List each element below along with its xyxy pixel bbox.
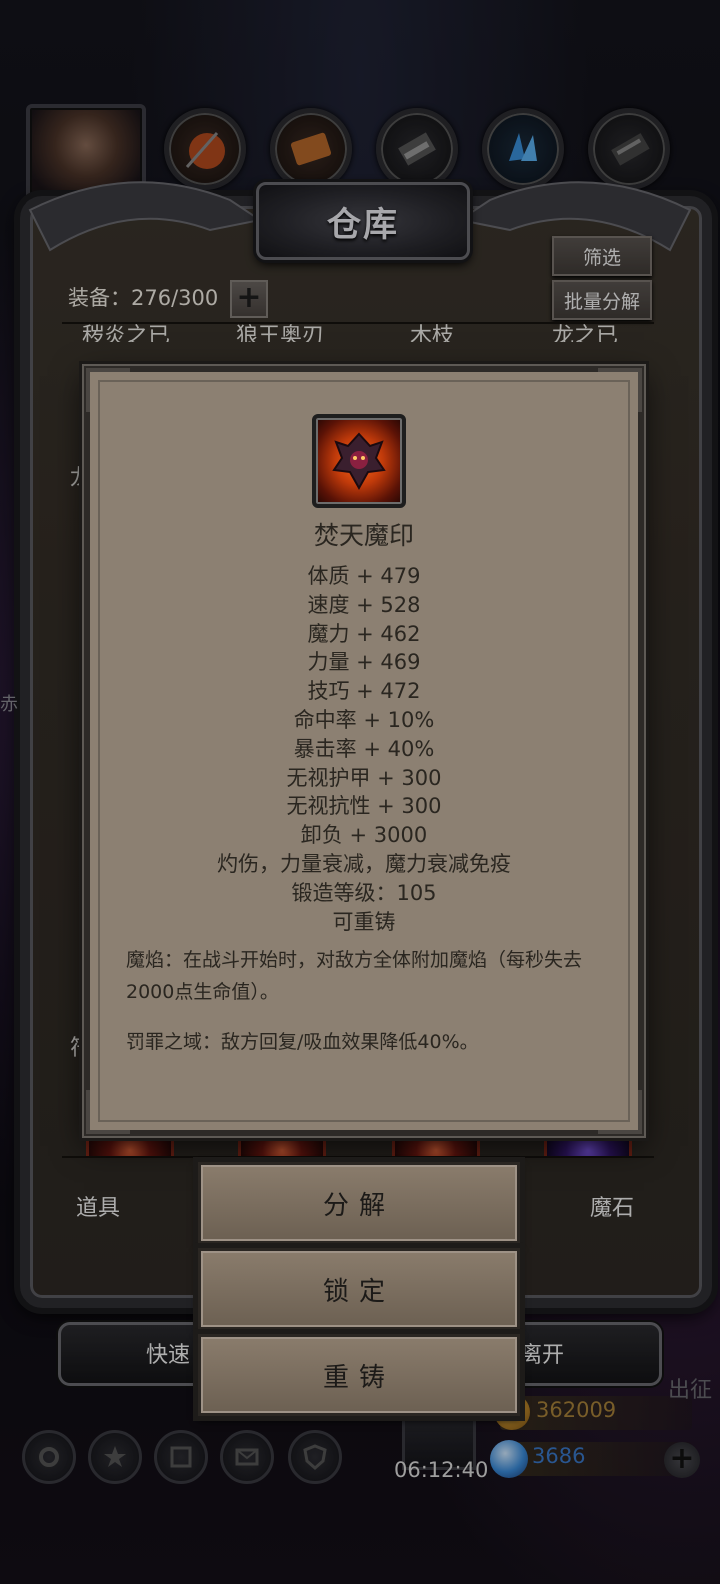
corner-ornament (598, 1090, 642, 1134)
corner-ornament (598, 368, 642, 412)
skill-description: 魔焰：在战斗开始时，对敌方全体附加魔焰（每秒失去2000点生命值）。 (126, 949, 583, 1003)
stat-line: 无视护甲 + 300 (286, 765, 442, 790)
recast-button[interactable]: 重铸 (198, 1334, 520, 1416)
stat-line: 技巧 + 472 (307, 679, 421, 704)
lock-button[interactable]: 锁定 (198, 1248, 520, 1330)
stat-line: 灼伤，力量衰减，魔力衰减免疫 (217, 851, 511, 876)
corner-ornament (86, 1090, 130, 1134)
stat-line: 可重铸 (332, 909, 396, 934)
stat-line: 锻造等级：105 (291, 880, 437, 905)
stat-line: 命中率 + 10% (293, 707, 435, 732)
corner-ornament (86, 368, 130, 412)
demon-seal-icon (312, 414, 406, 508)
decompose-button[interactable]: 分解 (198, 1162, 520, 1244)
stat-line: 力量 + 469 (307, 650, 421, 675)
skill-description: 罚罪之域：敌方回复/吸血效果降低40%。 (126, 1031, 479, 1053)
stat-line: 卸负 + 3000 (300, 823, 428, 848)
stat-line: 速度 + 528 (307, 592, 421, 617)
stat-line: 无视抗性 + 300 (286, 794, 442, 819)
stat-line: 体质 + 479 (307, 564, 421, 588)
stats-list: 体质 + 479 速度 + 528 魔力 + 462 力量 + 469 技巧 +… (84, 562, 644, 936)
stat-line: 暴击率 + 40% (293, 736, 435, 761)
stat-line: 魔力 + 462 (307, 621, 421, 646)
item-name: 焚天魔印 (313, 521, 414, 550)
